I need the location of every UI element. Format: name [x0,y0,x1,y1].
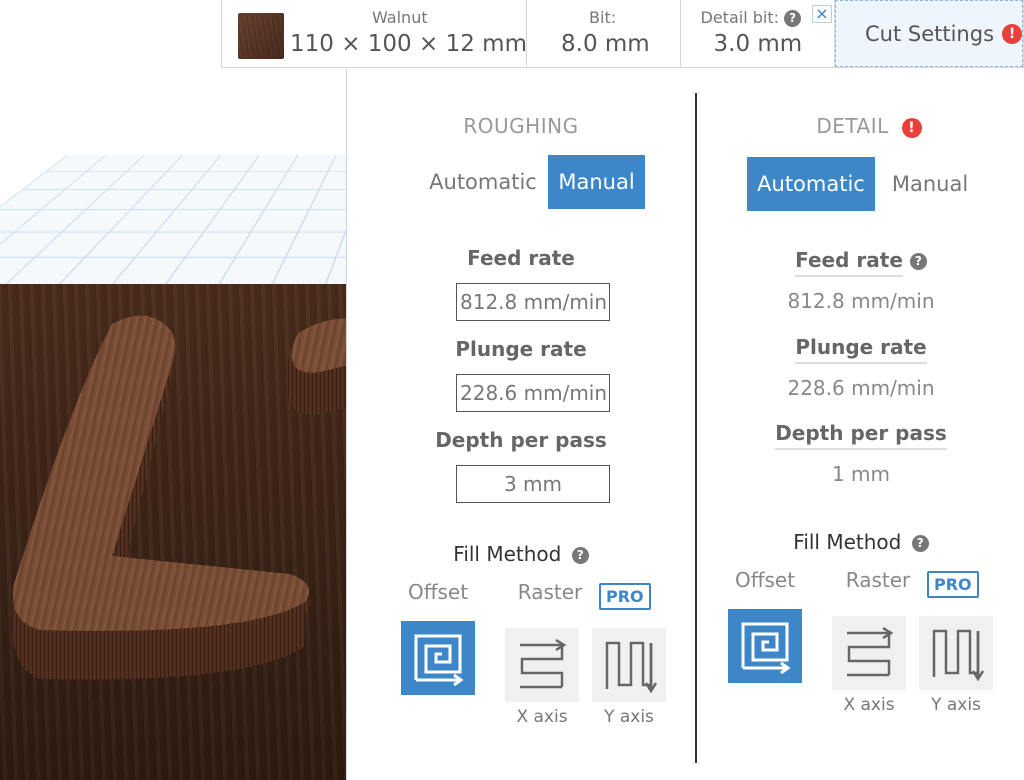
carved-letter-preview [11,315,360,680]
close-icon[interactable]: × [812,5,832,23]
offset-spiral-icon [741,622,791,674]
material-swatch [238,13,284,59]
help-icon[interactable]: ? [909,253,927,270]
roughing-y-axis-label: Y axis [604,707,654,727]
roughing-offset-button[interactable] [401,621,475,695]
roughing-manual-option[interactable]: Manual [548,155,645,209]
roughing-x-axis-label: X axis [516,707,568,727]
bit-value: 8.0 mm [561,31,650,57]
detail-raster-x-button[interactable] [832,616,906,690]
raster-x-axis-icon [520,638,567,689]
roughing-pro-badge: PRO [599,583,651,610]
detail-automatic-option[interactable]: Automatic [747,157,875,211]
roughing-feed-rate-input[interactable] [456,283,610,321]
bit-selector[interactable]: Bit: 8.0 mm [527,0,681,67]
detail-raster-y-button[interactable] [919,616,993,690]
detail-feed-rate-label: Feed rate ? [697,248,1024,277]
detail-bit-value: 3.0 mm [713,31,803,57]
detail-plunge-rate-label: Plunge rate [697,335,1024,364]
detail-offset-label: Offset [734,568,796,592]
roughing-automatic-option[interactable]: Automatic [427,155,539,209]
material-selector[interactable]: Walnut 110 × 100 × 12 mm [222,0,528,67]
detail-fill-method-title: Fill Method ? [697,530,1024,554]
roughing-fill-method-title: Fill Method ? [347,542,695,566]
material-bar: Walnut 110 × 100 × 12 mm Bit: 8.0 mm Det… [221,0,1024,68]
cut-settings-label: Cut Settings [865,21,995,46]
roughing-raster-y-button[interactable] [592,628,666,702]
roughing-title: ROUGHING [463,114,579,138]
roughing-offset-label: Offset [407,580,469,604]
roughing-plunge-rate-label: Plunge rate [455,337,587,361]
material-dimensions: 110 × 100 × 12 mm [290,31,527,57]
help-icon[interactable]: ? [571,547,589,564]
detail-depth-label: Depth per pass [697,421,1024,450]
detail-offset-button[interactable] [728,609,802,683]
roughing-feed-rate-label: Feed rate [467,246,575,270]
raster-y-axis-icon [605,641,657,693]
warning-icon: ! [901,117,922,138]
detail-plunge-rate-value: 228.6 mm/min [787,376,935,400]
detail-y-axis-label: Y axis [931,695,981,715]
roughing-raster-label: Raster [517,580,583,604]
detail-manual-option[interactable]: Manual [885,157,975,211]
detail-title: DETAIL ! [705,114,1024,138]
roughing-depth-label: Depth per pass [435,428,607,452]
raster-y-axis-icon [932,629,984,681]
roughing-depth-input[interactable] [456,465,610,503]
cut-settings-panel: ROUGHING Automatic Manual Feed rate Plun… [346,69,1024,780]
warning-icon: ! [1002,23,1023,44]
roughing-plunge-rate-input[interactable] [456,374,610,412]
detail-pro-badge: PRO [927,571,979,598]
raster-x-axis-icon [847,626,894,677]
bit-label: Bit: [589,8,617,27]
material-name: Walnut [372,8,428,27]
roughing-raster-x-button[interactable] [505,628,579,702]
offset-spiral-icon [414,634,464,686]
detail-feed-rate-value: 812.8 mm/min [787,289,935,313]
detail-bit-selector[interactable]: Detail bit: ? 3.0 mm × [681,0,835,67]
detail-bit-label: Detail bit: ? [701,8,802,27]
detail-x-axis-label: X axis [843,695,895,715]
cut-settings-tab[interactable]: Cut Settings ! [835,0,1024,67]
detail-depth-value: 1 mm [831,462,891,486]
help-icon[interactable]: ? [911,535,929,552]
detail-raster-label: Raster [845,568,911,592]
help-icon[interactable]: ? [784,10,802,27]
